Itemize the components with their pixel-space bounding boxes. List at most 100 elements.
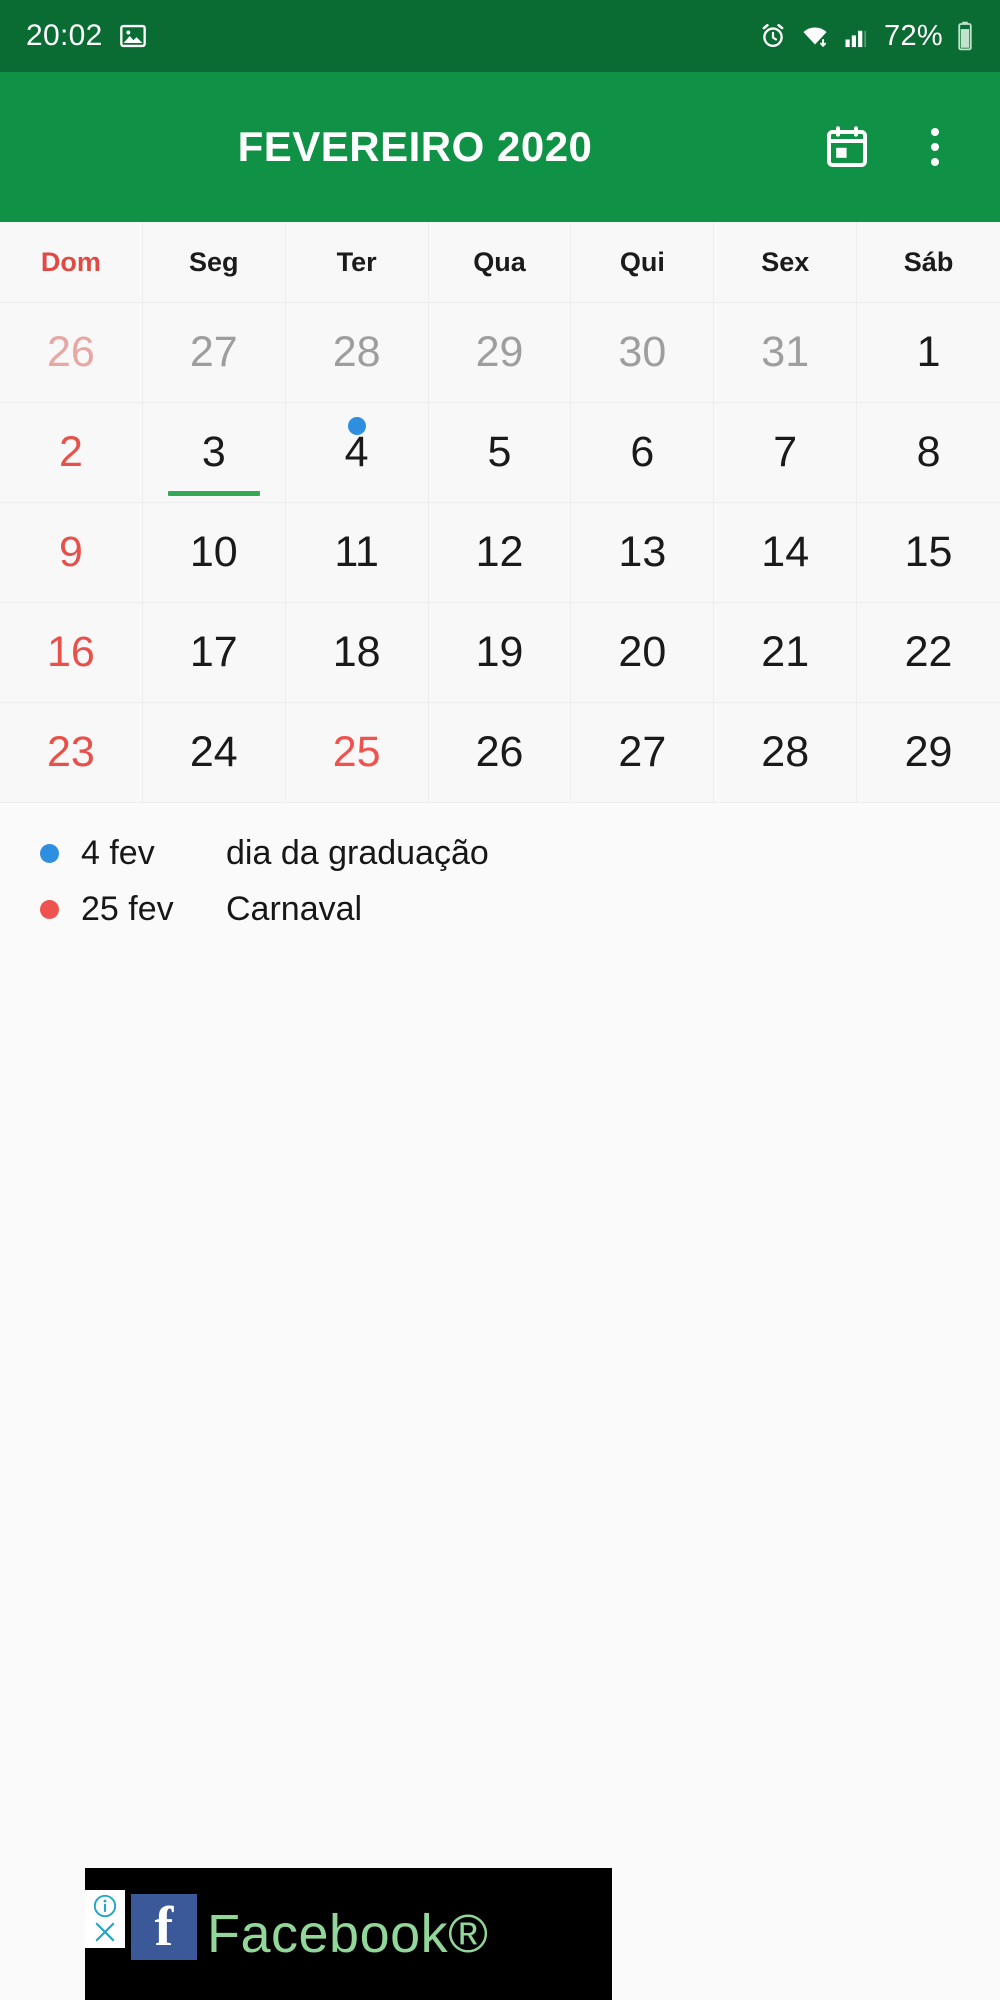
day-number: 8 xyxy=(916,428,941,476)
weekday-header-qua: Qua xyxy=(428,222,572,302)
day-number: 10 xyxy=(189,528,238,576)
calendar-day-cell[interactable]: 31 xyxy=(714,303,858,403)
weekday-header-ter: Ter xyxy=(285,222,429,302)
calendar-day-cell[interactable]: 21 xyxy=(714,603,858,703)
day-number: 28 xyxy=(761,728,810,776)
calendar-day-cell[interactable]: 20 xyxy=(571,603,715,703)
calendar-day-cell[interactable]: 18 xyxy=(285,603,429,703)
calendar-grid: Dom Seg Ter Qua Qui Sex Sáb 26 27 28 29 30 31 1 2 3 4 5 6… xyxy=(0,222,1000,803)
day-number: 11 xyxy=(334,528,379,576)
event-legend-list: 4 fev dia da graduação 25 fev Carnaval xyxy=(0,803,1000,937)
day-number: 3 xyxy=(201,428,226,476)
calendar-day-cell[interactable]: 5 xyxy=(428,403,572,503)
calendar-day-cell[interactable]: 16 xyxy=(0,603,143,703)
calendar-day-cell[interactable]: 6 xyxy=(571,403,715,503)
day-number: 27 xyxy=(618,728,667,776)
close-icon[interactable] xyxy=(92,1919,118,1945)
calendar-day-cell[interactable]: 29 xyxy=(857,703,1000,803)
calendar-day-cell[interactable]: 4 xyxy=(285,403,429,503)
day-number: 9 xyxy=(58,528,83,576)
facebook-logo-icon: f xyxy=(131,1894,197,1960)
calendar-day-cell[interactable]: 9 xyxy=(0,503,143,603)
day-number: 2 xyxy=(58,428,83,476)
ad-banner-area: f Facebook® xyxy=(0,1868,1000,2000)
calendar-day-cell[interactable]: 30 xyxy=(571,303,715,403)
day-number: 23 xyxy=(47,728,95,776)
signal-icon xyxy=(843,22,869,50)
day-number: 21 xyxy=(761,628,810,676)
day-number: 31 xyxy=(761,328,810,376)
calendar-day-cell[interactable]: 15 xyxy=(857,503,1000,603)
weekday-header-sex: Sex xyxy=(714,222,858,302)
calendar-day-cell[interactable]: 25 xyxy=(285,703,429,803)
day-number: 22 xyxy=(904,628,953,676)
status-bar-right: 72% xyxy=(759,20,974,53)
calendar-week-row: 2 3 4 5 6 7 8 xyxy=(0,403,1000,503)
app-bar: FEVEREIRO 2020 xyxy=(0,72,1000,222)
calendar-day-cell[interactable]: 7 xyxy=(714,403,858,503)
calendar-week-row: 26 27 28 29 30 31 1 xyxy=(0,303,1000,403)
calendar-app-screen: 20:02 72% FEVEREIRO 2020 Dom Seg Ter Qua… xyxy=(0,0,1000,2000)
day-number: 18 xyxy=(332,628,381,676)
today-indicator xyxy=(167,491,260,496)
event-dot-icon xyxy=(347,417,366,435)
day-number: 26 xyxy=(475,728,524,776)
day-number: 27 xyxy=(189,328,238,376)
calendar-day-cell[interactable]: 8 xyxy=(857,403,1000,503)
event-color-dot-icon xyxy=(40,899,59,919)
day-number: 13 xyxy=(618,528,667,576)
calendar-day-cell[interactable]: 27 xyxy=(142,303,286,403)
weekday-header-qui: Qui xyxy=(571,222,715,302)
calendar-day-cell[interactable]: 3 xyxy=(142,403,286,503)
day-number: 16 xyxy=(47,628,95,676)
day-number: 6 xyxy=(630,428,655,476)
event-legend-item[interactable]: 25 fev Carnaval xyxy=(40,881,1000,937)
calendar-day-cell[interactable]: 19 xyxy=(428,603,572,703)
event-legend-item[interactable]: 4 fev dia da graduação xyxy=(40,825,1000,881)
calendar-week-row: 16 17 18 19 20 21 22 xyxy=(0,603,1000,703)
calendar-day-cell[interactable]: 13 xyxy=(571,503,715,603)
weekday-header-sáb: Sáb xyxy=(857,222,1000,302)
event-date: 25 fev xyxy=(81,889,174,928)
day-number: 29 xyxy=(904,728,953,776)
calendar-day-cell[interactable]: 28 xyxy=(714,703,858,803)
day-number: 7 xyxy=(773,428,798,476)
calendar-day-cell[interactable]: 12 xyxy=(428,503,572,603)
weekday-header-row: Dom Seg Ter Qua Qui Sex Sáb xyxy=(0,222,1000,303)
day-number: 14 xyxy=(761,528,810,576)
calendar-day-cell[interactable]: 14 xyxy=(714,503,858,603)
day-number: 20 xyxy=(618,628,667,676)
calendar-day-cell[interactable]: 27 xyxy=(571,703,715,803)
ad-headline: Facebook® xyxy=(207,1904,489,1964)
calendar-day-cell[interactable]: 11 xyxy=(285,503,429,603)
calendar-day-cell[interactable]: 1 xyxy=(857,303,1000,403)
weekday-header-seg: Seg xyxy=(142,222,286,302)
day-number: 19 xyxy=(475,628,524,676)
day-number: 5 xyxy=(487,428,512,476)
calendar-day-cell[interactable]: 29 xyxy=(428,303,572,403)
status-bar: 20:02 72% xyxy=(0,0,1000,72)
wifi-icon xyxy=(800,22,830,50)
calendar-day-cell[interactable]: 22 xyxy=(857,603,1000,703)
image-icon xyxy=(119,22,147,50)
calendar-weeks: 26 27 28 29 30 31 1 2 3 4 5 6 7 8 9 10 11 12 13 14 15 16 17 18 1… xyxy=(0,303,1000,803)
day-number: 29 xyxy=(475,328,524,376)
day-number: 4 xyxy=(344,428,369,476)
status-time: 20:02 xyxy=(26,19,103,52)
adchoices-info-icon[interactable] xyxy=(92,1893,118,1919)
calendar-day-cell[interactable]: 28 xyxy=(285,303,429,403)
calendar-day-cell[interactable]: 17 xyxy=(142,603,286,703)
calendar-day-cell[interactable]: 26 xyxy=(0,303,143,403)
event-color-dot-icon xyxy=(40,843,59,863)
day-number: 1 xyxy=(916,328,941,376)
calendar-day-cell[interactable]: 24 xyxy=(142,703,286,803)
calendar-day-cell[interactable]: 23 xyxy=(0,703,143,803)
event-title: dia da graduação xyxy=(226,833,489,872)
day-number: 25 xyxy=(332,728,381,776)
calendar-day-cell[interactable]: 2 xyxy=(0,403,143,503)
calendar-day-cell[interactable]: 10 xyxy=(142,503,286,603)
alarm-icon xyxy=(759,22,787,50)
calendar-day-cell[interactable]: 26 xyxy=(428,703,572,803)
day-number: 28 xyxy=(332,328,381,376)
facebook-ad-banner[interactable]: f Facebook® xyxy=(85,1868,612,2000)
